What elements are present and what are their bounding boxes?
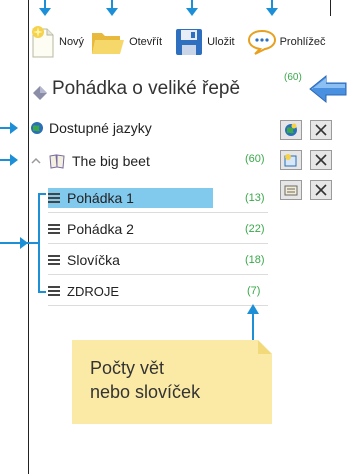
app-frame: Nový Otevřít Uložit Prohlížeč Pohádka o … xyxy=(0,0,354,474)
document-header: Pohádka o veliké řepě (60) xyxy=(30,72,350,108)
list-lines-icon xyxy=(48,255,62,265)
new-button-label: Nový xyxy=(59,36,85,48)
close-x-icon xyxy=(315,184,327,196)
annotation-arrowhead-open xyxy=(106,8,118,16)
book-item[interactable]: The big beet xyxy=(30,148,150,174)
available-languages-label: Dostupné jazyky xyxy=(49,120,152,136)
callout-line-2: nebo slovíček xyxy=(90,382,201,402)
chapter-label: Pohádka 2 xyxy=(67,221,134,237)
book-count: (60) xyxy=(245,153,265,165)
chapter-count: (7) xyxy=(247,285,261,297)
row-divider xyxy=(48,274,268,275)
callout-corner-fold xyxy=(258,340,272,354)
chapter-count: (22) xyxy=(245,223,265,235)
callout-line-1: Počty vět xyxy=(90,358,165,378)
document-count: (60) xyxy=(284,72,302,83)
chapter-item-4[interactable]: ZDROJE xyxy=(48,278,268,304)
annotation-arrowhead-viewer xyxy=(266,8,278,16)
page-title: Pohádka o veliké řepě xyxy=(52,78,241,99)
annotation-arrowhead-save xyxy=(186,8,198,16)
chapters-bracket xyxy=(38,193,46,293)
chapter-item-1[interactable]: Pohádka 1 xyxy=(48,185,268,211)
delete-language-button[interactable] xyxy=(310,120,332,140)
document-diamond-icon xyxy=(33,86,47,100)
row-divider xyxy=(48,243,268,244)
annotation-arrow-counts xyxy=(252,312,254,340)
viewer-button-label: Prohlížeč xyxy=(279,36,326,48)
chapter-label: Slovíčka xyxy=(67,252,120,268)
globe-icon xyxy=(31,122,43,134)
add-book-button[interactable] xyxy=(280,150,302,170)
frame-right-border xyxy=(330,0,331,16)
counts-callout-note: Počty vět nebo slovíček xyxy=(72,340,272,424)
row-divider xyxy=(48,212,268,213)
new-document-icon xyxy=(32,26,54,58)
add-chapter-icon xyxy=(284,185,298,196)
new-button[interactable]: Nový xyxy=(30,25,84,59)
annotation-arrowhead-book xyxy=(10,154,18,166)
callout-text: Počty vět nebo slovíček xyxy=(90,356,200,404)
open-folder-icon xyxy=(92,29,125,54)
close-x-icon xyxy=(315,154,327,166)
back-arrow-icon[interactable] xyxy=(308,74,348,104)
list-lines-icon xyxy=(48,224,62,234)
chapter-item-2[interactable]: Pohádka 2 xyxy=(48,216,268,242)
available-languages-item[interactable]: Dostupné jazyky xyxy=(30,115,152,141)
frame-left-border xyxy=(28,0,29,474)
annotation-arrowhead-counts xyxy=(247,304,259,314)
globe-icon xyxy=(285,123,297,136)
add-language-button[interactable] xyxy=(280,120,302,140)
chapter-label: Pohádka 1 xyxy=(67,190,134,206)
toolbar: Nový Otevřít Uložit Prohlížeč xyxy=(30,22,331,62)
annotation-arrowhead-new xyxy=(39,8,51,16)
annotation-arrowhead-languages xyxy=(10,122,18,134)
viewer-speech-bubble-icon xyxy=(247,29,276,55)
delete-chapter-button[interactable] xyxy=(310,180,332,200)
list-lines-icon xyxy=(48,193,62,203)
save-floppy-icon xyxy=(176,29,203,55)
expand-chevron-icon[interactable] xyxy=(30,156,42,166)
chapter-count: (18) xyxy=(245,254,265,266)
save-button[interactable]: Uložit xyxy=(174,27,235,57)
viewer-button[interactable]: Prohlížeč xyxy=(247,29,326,55)
list-lines-icon xyxy=(48,286,62,296)
close-x-icon xyxy=(315,124,327,136)
chapter-label: ZDROJE xyxy=(67,283,119,299)
open-button-label: Otevřít xyxy=(129,36,163,48)
open-button[interactable]: Otevřít xyxy=(90,27,162,57)
delete-book-button[interactable] xyxy=(310,150,332,170)
annotation-arrowhead-chapters xyxy=(20,237,28,249)
book-label: The big beet xyxy=(72,153,150,169)
row-divider xyxy=(48,305,268,306)
annotation-line-chapters-right xyxy=(28,242,38,244)
book-icon xyxy=(49,154,65,169)
add-book-icon xyxy=(284,154,297,167)
chapter-item-3[interactable]: Slovíčka xyxy=(48,247,268,273)
save-button-label: Uložit xyxy=(207,36,235,48)
chapter-count: (13) xyxy=(245,192,265,204)
add-chapter-button[interactable] xyxy=(280,180,302,200)
